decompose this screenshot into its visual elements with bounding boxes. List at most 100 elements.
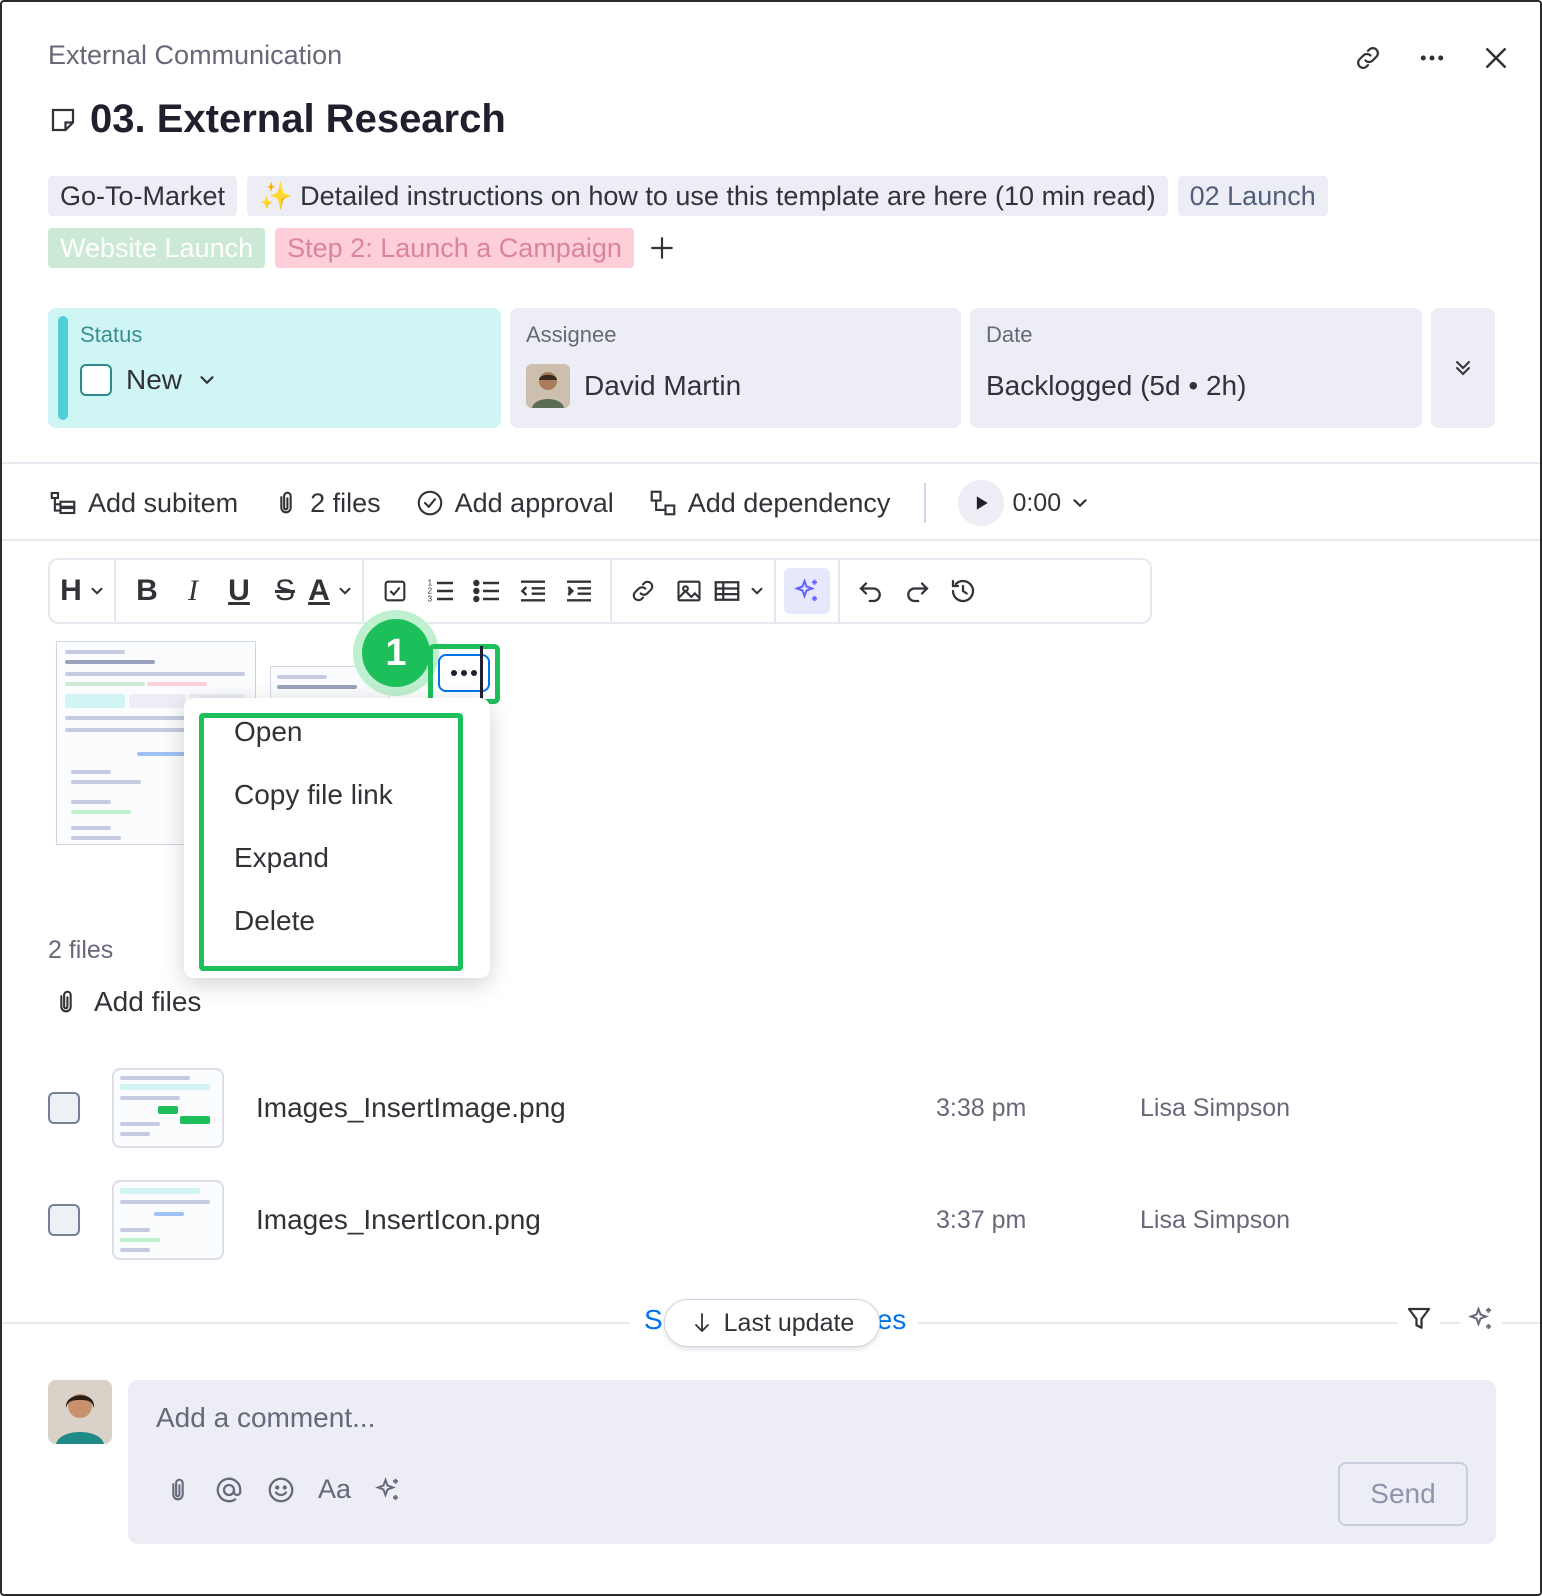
undo-icon[interactable]: [848, 568, 894, 614]
numbered-list-icon[interactable]: 123: [418, 568, 464, 614]
timer-value: 0:00: [1012, 488, 1062, 517]
comment-input[interactable]: Add a comment...: [156, 1402, 375, 1434]
bullet-list-icon[interactable]: [464, 568, 510, 614]
outdent-icon[interactable]: [510, 568, 556, 614]
emoji-icon[interactable]: [266, 1475, 296, 1505]
text-color-dropdown[interactable]: A: [308, 568, 354, 614]
files-count-label: 2 files: [310, 487, 381, 518]
divider: [2, 462, 1540, 464]
file-time: 3:37 pm: [936, 1205, 1027, 1234]
ai-sparkle-icon[interactable]: [784, 568, 830, 614]
status-checkbox[interactable]: [80, 364, 112, 396]
chevrons-down-icon: [1451, 356, 1475, 380]
file-uploader: Lisa Simpson: [1140, 1205, 1291, 1234]
file-checkbox[interactable]: [48, 1092, 80, 1124]
last-update-label: Last update: [723, 1308, 855, 1337]
tag-website-launch[interactable]: Website Launch: [48, 228, 266, 268]
attach-icon[interactable]: [164, 1476, 192, 1504]
redo-icon[interactable]: [894, 568, 940, 614]
more-options-icon[interactable]: [1412, 38, 1452, 78]
file-name[interactable]: Images_InsertIcon.png: [256, 1204, 936, 1236]
add-tag-icon[interactable]: [644, 228, 680, 268]
add-dependency-button[interactable]: Add dependency: [648, 488, 890, 519]
image-icon[interactable]: [666, 568, 712, 614]
file-checkbox[interactable]: [48, 1204, 80, 1236]
editor-toolbar: H B I U S A 123: [48, 558, 1152, 624]
files-button[interactable]: 2 files: [272, 488, 381, 519]
highlight-box: [199, 713, 463, 971]
ai-sparkle-icon[interactable]: [373, 1475, 403, 1505]
separator: [774, 560, 776, 622]
ai-sparkle-icon[interactable]: [1460, 1304, 1502, 1334]
assignee-value: David Martin: [584, 370, 742, 401]
tags-row: Go-To-Market ✨ Detailed instructions on …: [48, 176, 1508, 268]
file-name[interactable]: Images_InsertImage.png: [256, 1092, 936, 1124]
item-panel: External Communication 03. External Rese…: [0, 0, 1542, 1596]
check-circle-icon: [415, 488, 445, 518]
play-icon[interactable]: [958, 480, 1005, 526]
separator: [362, 560, 364, 622]
link-icon[interactable]: [620, 568, 666, 614]
add-subitem-button[interactable]: Add subitem: [48, 488, 238, 519]
heading-dropdown[interactable]: H: [60, 568, 106, 614]
italic-icon[interactable]: I: [170, 568, 216, 614]
close-icon[interactable]: [1476, 38, 1516, 78]
show-updates-text-left: S: [644, 1304, 663, 1335]
assignee-label: Assignee: [526, 322, 617, 347]
strikethrough-icon[interactable]: S: [262, 568, 308, 614]
step-number: 1: [362, 619, 430, 687]
expand-columns-button[interactable]: [1431, 308, 1495, 428]
paperclip-icon: [272, 489, 300, 517]
file-thumbnail[interactable]: [112, 1180, 224, 1260]
separator: [610, 560, 612, 622]
page-title[interactable]: 03. External Research: [90, 97, 506, 142]
arrow-down-icon: [690, 1309, 714, 1337]
separator: [924, 483, 927, 523]
more-dots-icon: [450, 667, 478, 679]
filter-icon[interactable]: [1398, 1304, 1440, 1334]
history-icon[interactable]: [940, 568, 986, 614]
last-update-button[interactable]: Last update: [664, 1299, 880, 1347]
item-doc-icon: [48, 105, 78, 135]
table-icon: [712, 576, 742, 606]
step-badge: 1: [353, 610, 439, 696]
dependency-icon: [648, 488, 678, 518]
add-approval-button[interactable]: Add approval: [415, 488, 614, 519]
date-column[interactable]: Date Backlogged (5d • 2h): [970, 308, 1422, 428]
chevron-down-icon[interactable]: [196, 369, 218, 391]
file-thumbnail[interactable]: [112, 1068, 224, 1148]
text-color-icon: A: [308, 574, 330, 607]
tag-instructions[interactable]: ✨ Detailed instructions on how to use th…: [247, 176, 1168, 216]
files-count: 2 files: [48, 936, 114, 964]
tag-02-launch[interactable]: 02 Launch: [1177, 176, 1328, 216]
add-files-button[interactable]: Add files: [52, 986, 201, 1018]
divider: [2, 539, 1540, 541]
mention-icon[interactable]: [214, 1475, 244, 1505]
checklist-icon[interactable]: [372, 568, 418, 614]
title-row: 03. External Research: [48, 97, 506, 142]
table-dropdown[interactable]: [712, 568, 766, 614]
underline-icon[interactable]: U: [216, 568, 262, 614]
add-subitem-label: Add subitem: [88, 487, 239, 518]
chevron-down-icon[interactable]: [1069, 492, 1091, 514]
send-button[interactable]: Send: [1338, 1462, 1468, 1526]
assignee-column[interactable]: Assignee David Martin: [510, 308, 961, 428]
status-column[interactable]: Status New: [48, 308, 501, 428]
indent-icon[interactable]: [556, 568, 602, 614]
file-time: 3:38 pm: [936, 1093, 1027, 1122]
avatar: [526, 364, 570, 408]
tag-go-to-market[interactable]: Go-To-Market: [48, 176, 238, 216]
file-row[interactable]: Images_InsertIcon.png 3:37 pm Lisa Simps…: [48, 1180, 1498, 1260]
tag-launch-campaign[interactable]: Step 2: Launch a Campaign: [275, 228, 634, 268]
text-cursor: [480, 646, 483, 702]
subitem-icon: [48, 488, 78, 518]
bold-icon[interactable]: B: [124, 568, 170, 614]
time-tracker[interactable]: 0:00: [958, 480, 1091, 526]
svg-text:3: 3: [428, 595, 433, 604]
file-row[interactable]: Images_InsertImage.png 3:38 pm Lisa Simp…: [48, 1068, 1498, 1148]
show-updates-text-right: es: [876, 1304, 907, 1335]
format-text-icon[interactable]: Aa: [318, 1474, 351, 1505]
breadcrumb[interactable]: External Communication: [48, 40, 342, 71]
copy-link-icon[interactable]: [1348, 38, 1388, 78]
date-label: Date: [986, 322, 1033, 347]
